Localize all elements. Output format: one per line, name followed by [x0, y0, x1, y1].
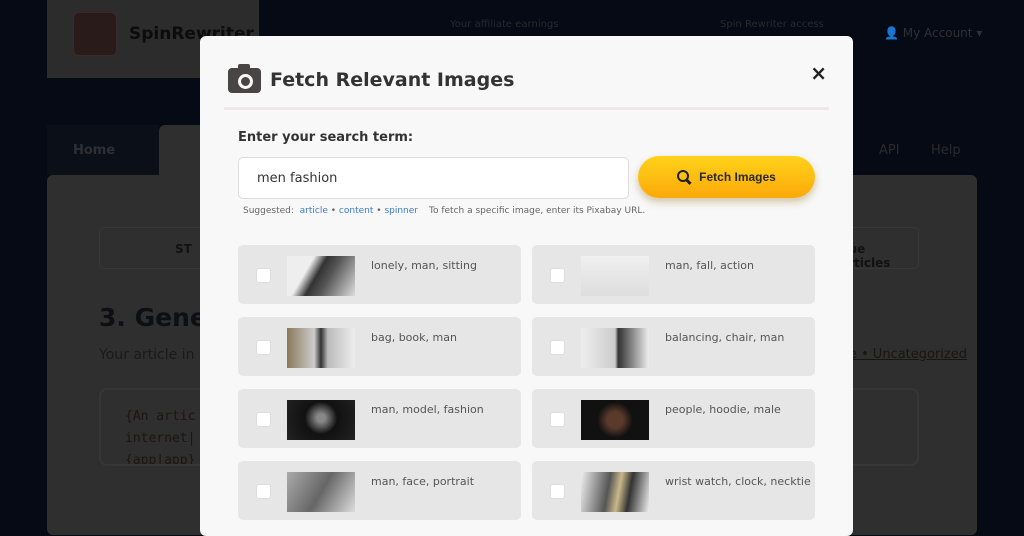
suggestion-content[interactable]: content	[339, 206, 373, 216]
suggestion-article[interactable]: article	[300, 206, 328, 216]
step-left: ST	[175, 242, 192, 256]
search-icon	[677, 170, 691, 184]
category-links[interactable]: me • Uncategorized	[836, 347, 967, 362]
image-thumbnail[interactable]	[581, 472, 649, 512]
select-checkbox[interactable]	[550, 484, 565, 499]
suggestions: Suggested: article • content • spinner	[243, 206, 418, 216]
my-account-menu[interactable]: 👤 My Account ▾	[884, 26, 982, 40]
user-icon: 👤	[884, 26, 903, 40]
image-tags: man, fall, action	[665, 259, 754, 272]
divider	[224, 107, 829, 110]
search-input[interactable]	[238, 157, 629, 199]
image-result-card[interactable]: man, face, portrait	[238, 461, 521, 520]
top-link-earnings[interactable]: Your affiliate earnings	[450, 19, 559, 30]
nav-help[interactable]: Help	[931, 143, 961, 158]
image-result-card[interactable]: wrist watch, clock, necktie	[532, 461, 815, 520]
image-result-card[interactable]: balancing, chair, man	[532, 317, 815, 376]
image-tags: man, model, fashion	[371, 403, 484, 416]
camera-icon	[228, 64, 261, 93]
separator: •	[376, 206, 382, 216]
account-label: My Account	[902, 26, 973, 40]
pixabay-hint: To fetch a specific image, enter its Pix…	[429, 206, 646, 216]
nav-home-label: Home	[73, 143, 116, 158]
image-results: lonely, man, sitting man, fall, action bag…	[238, 245, 815, 520]
close-button[interactable]: ×	[810, 61, 827, 85]
select-checkbox[interactable]	[256, 412, 271, 427]
image-tags: people, hoodie, male	[665, 403, 781, 416]
image-tags: lonely, man, sitting	[371, 259, 477, 272]
image-thumbnail[interactable]	[287, 472, 355, 512]
image-result-card[interactable]: people, hoodie, male	[532, 389, 815, 448]
select-checkbox[interactable]	[550, 412, 565, 427]
select-checkbox[interactable]	[550, 268, 565, 283]
image-tags: balancing, chair, man	[665, 331, 785, 344]
image-result-card[interactable]: man, fall, action	[532, 245, 815, 304]
image-thumbnail[interactable]	[581, 328, 649, 368]
image-tags: man, face, portrait	[371, 475, 475, 488]
image-thumbnail[interactable]	[581, 400, 649, 440]
image-thumbnail[interactable]	[287, 328, 355, 368]
nav-home[interactable]: Home	[47, 125, 159, 175]
select-checkbox[interactable]	[256, 268, 271, 283]
select-checkbox[interactable]	[256, 484, 271, 499]
separator: •	[330, 206, 337, 216]
top-link-access[interactable]: Spin Rewriter access	[720, 19, 824, 30]
logo-icon	[73, 12, 117, 56]
fetch-images-label: Fetch Images	[699, 170, 776, 184]
suggestion-spinner[interactable]: spinner	[384, 206, 418, 216]
image-result-card[interactable]: man, model, fashion	[238, 389, 521, 448]
modal-title: Fetch Relevant Images	[270, 69, 515, 91]
image-result-card[interactable]: lonely, man, sitting	[238, 245, 521, 304]
suggested-label: Suggested:	[243, 206, 294, 216]
nav-api[interactable]: API	[879, 143, 900, 158]
image-tags: bag, book, man	[371, 331, 457, 344]
select-checkbox[interactable]	[256, 340, 271, 355]
image-thumbnail[interactable]	[581, 256, 649, 296]
image-tags: wrist watch, clock, necktie	[665, 475, 811, 488]
select-checkbox[interactable]	[550, 340, 565, 355]
image-thumbnail[interactable]	[287, 400, 355, 440]
fetch-images-modal: Fetch Relevant Images × Enter your searc…	[200, 36, 853, 536]
section-subtext: Your article in	[99, 347, 195, 363]
image-thumbnail[interactable]	[287, 256, 355, 296]
image-result-card[interactable]: bag, book, man	[238, 317, 521, 376]
search-label: Enter your search term:	[238, 130, 414, 145]
fetch-images-button[interactable]: Fetch Images	[638, 156, 815, 198]
